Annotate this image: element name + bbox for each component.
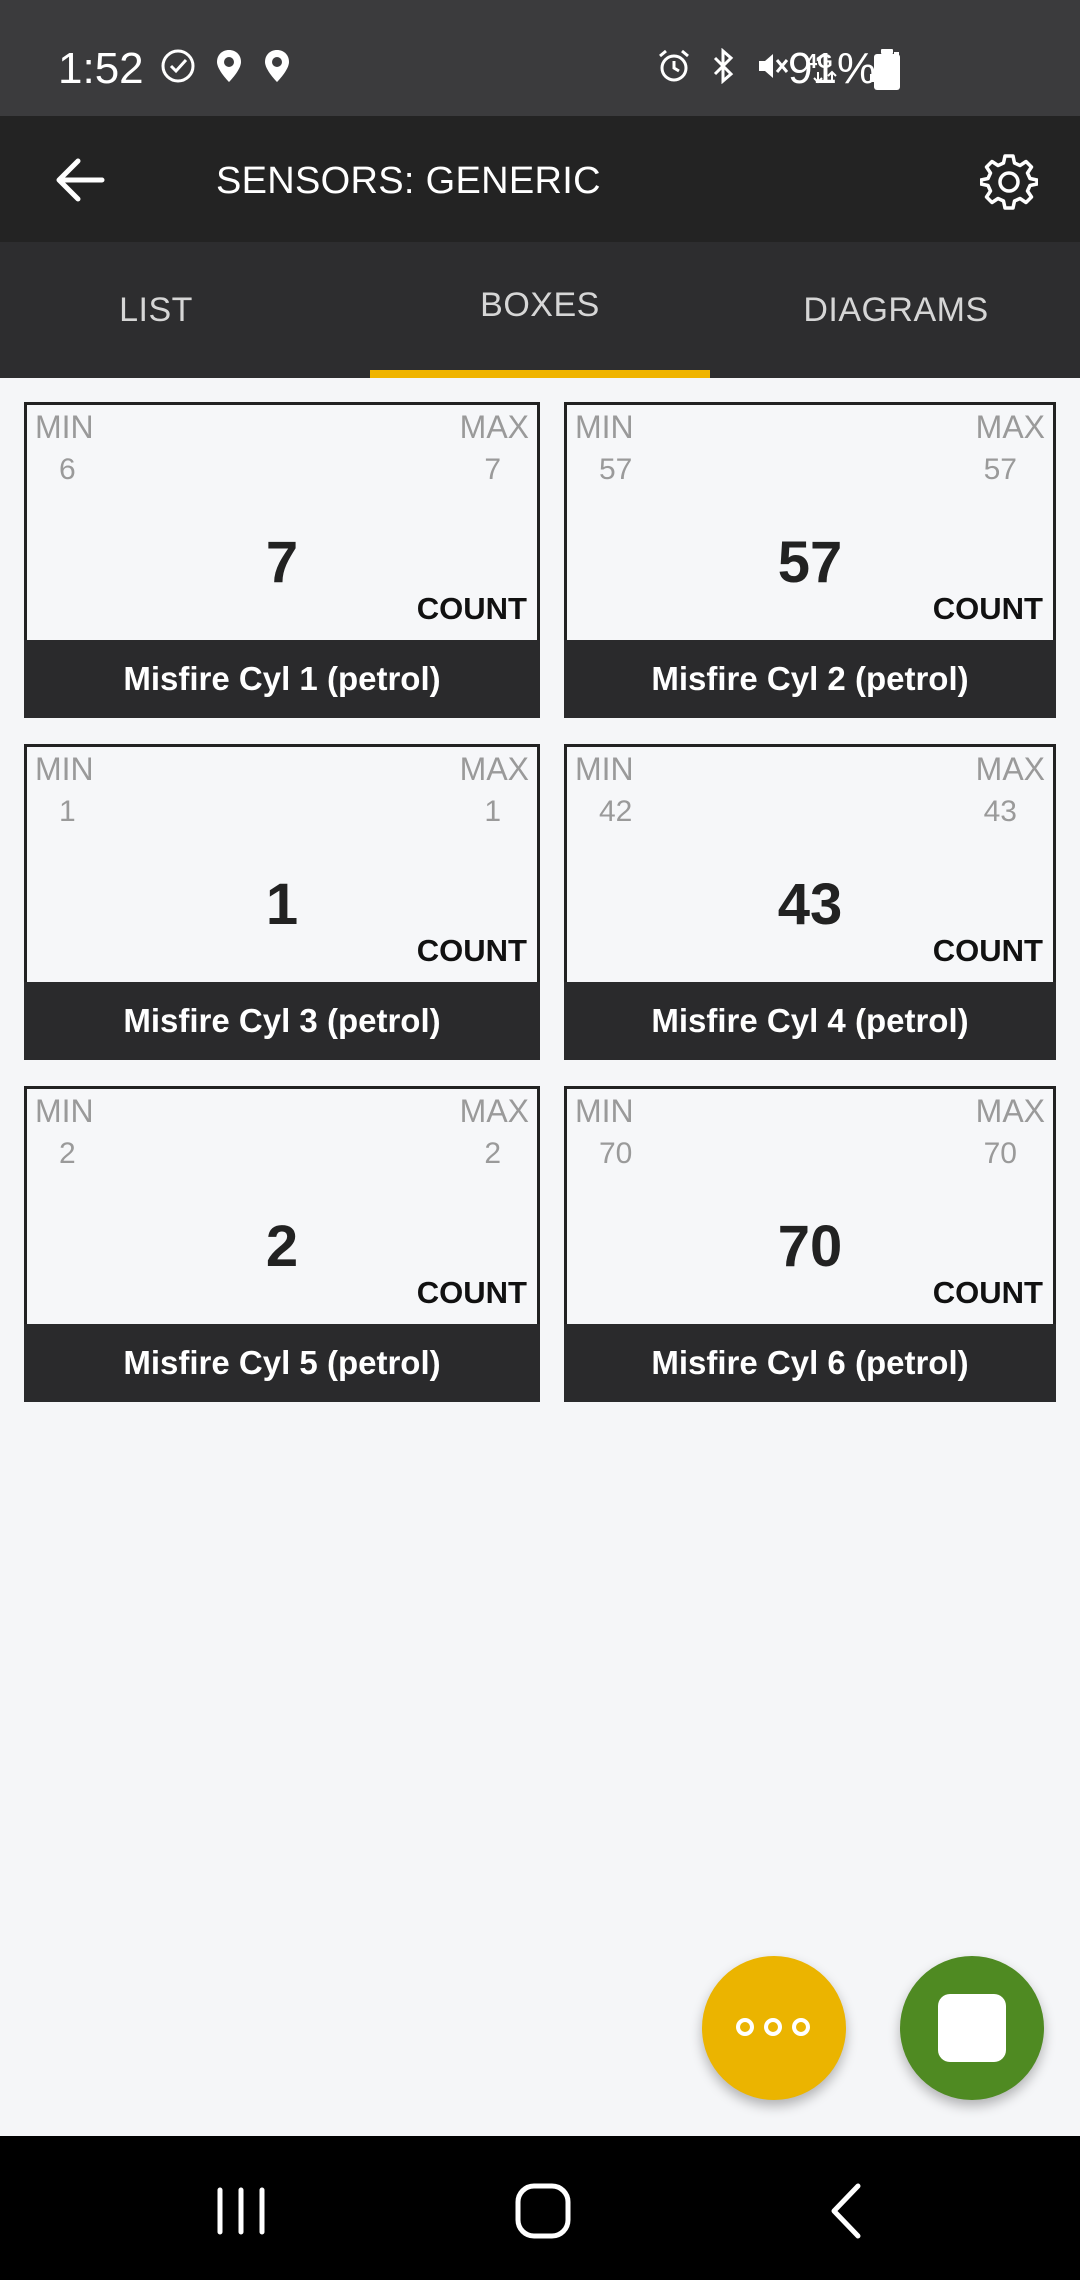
max-value: 7	[484, 453, 501, 486]
tab-diagrams[interactable]: DIAGRAMS	[760, 242, 1032, 378]
max-value: 1	[484, 795, 501, 828]
min-label: MIN	[35, 409, 94, 445]
max-label: MAX	[459, 1093, 529, 1129]
max-value: 43	[983, 795, 1017, 828]
sensor-name: Misfire Cyl 2 (petrol)	[564, 640, 1056, 718]
sensor-box[interactable]: MIN MAX 6 7 7 COUNT Misfire Cyl 1 (petro…	[24, 402, 540, 718]
battery-percent: 91%	[788, 44, 877, 93]
gear-icon[interactable]	[980, 152, 1038, 210]
sensor-box[interactable]: MIN MAX 70 70 70 COUNT Misfire Cyl 6 (pe…	[564, 1086, 1056, 1402]
unit-label: COUNT	[416, 933, 527, 968]
back-icon[interactable]	[812, 2176, 882, 2246]
check-circle-icon	[161, 49, 195, 83]
location-icon	[217, 50, 241, 82]
sensor-name: Misfire Cyl 5 (petrol)	[24, 1324, 540, 1402]
sensor-box[interactable]: MIN MAX 57 57 57 COUNT Misfire Cyl 2 (pe…	[564, 402, 1056, 718]
min-value: 1	[59, 795, 76, 828]
more-dots-icon	[736, 2018, 810, 2036]
status-bar: 1:52 4G 91%	[0, 0, 1080, 116]
sensor-name: Misfire Cyl 3 (petrol)	[24, 982, 540, 1060]
min-label: MIN	[575, 1093, 634, 1129]
max-value: 70	[983, 1137, 1017, 1170]
min-value: 57	[599, 453, 633, 486]
max-value: 2	[484, 1137, 501, 1170]
sensor-name: Misfire Cyl 1 (petrol)	[24, 640, 540, 718]
sensor-box[interactable]: MIN MAX 2 2 2 COUNT Misfire Cyl 5 (petro…	[24, 1086, 540, 1402]
sensor-name: Misfire Cyl 4 (petrol)	[564, 982, 1056, 1060]
sensor-box[interactable]: MIN MAX 42 43 43 COUNT Misfire Cyl 4 (pe…	[564, 744, 1056, 1060]
sensor-box[interactable]: MIN MAX 1 1 1 COUNT Misfire Cyl 3 (petro…	[24, 744, 540, 1060]
current-value: 7	[265, 530, 299, 595]
mute-icon	[759, 54, 789, 78]
unit-label: COUNT	[932, 591, 1043, 626]
stop-square-icon	[938, 1994, 1006, 2062]
more-options-button[interactable]	[702, 1956, 846, 2100]
tab-selected-indicator	[370, 370, 710, 378]
min-value: 2	[59, 1137, 76, 1170]
max-label: MAX	[975, 751, 1045, 787]
location-icon	[265, 50, 289, 82]
max-value: 57	[983, 453, 1017, 486]
min-label: MIN	[35, 751, 94, 787]
unit-label: COUNT	[416, 1275, 527, 1310]
bluetooth-icon	[713, 48, 734, 84]
current-value: 70	[777, 1214, 843, 1279]
status-left-icons	[160, 48, 292, 84]
max-label: MAX	[459, 751, 529, 787]
min-value: 6	[59, 453, 76, 486]
max-label: MAX	[975, 1093, 1045, 1129]
current-value: 2	[265, 1214, 299, 1279]
tab-list[interactable]: LIST	[0, 242, 312, 378]
battery-icon	[874, 49, 900, 90]
unit-label: COUNT	[932, 933, 1043, 968]
stop-button[interactable]	[900, 1956, 1044, 2100]
back-arrow-icon[interactable]	[52, 152, 108, 208]
alarm-icon	[659, 49, 689, 82]
status-time: 1:52	[58, 44, 144, 93]
current-value: 57	[777, 530, 843, 595]
min-label: MIN	[35, 1093, 94, 1129]
current-value: 1	[265, 872, 299, 937]
system-nav-bar	[0, 2136, 1080, 2280]
tab-boxes[interactable]: BOXES	[370, 242, 710, 378]
min-label: MIN	[575, 409, 634, 445]
home-icon[interactable]	[508, 2176, 578, 2246]
recent-apps-icon[interactable]	[206, 2176, 276, 2246]
min-label: MIN	[575, 751, 634, 787]
unit-label: COUNT	[416, 591, 527, 626]
tab-bar: LIST BOXES DIAGRAMS	[0, 242, 1080, 378]
sensor-name: Misfire Cyl 6 (petrol)	[564, 1324, 1056, 1402]
unit-label: COUNT	[932, 1275, 1043, 1310]
min-value: 42	[599, 795, 633, 828]
min-value: 70	[599, 1137, 633, 1170]
max-label: MAX	[459, 409, 529, 445]
page-title: SENSORS: GENERIC	[216, 160, 601, 202]
app-bar: SENSORS: GENERIC	[0, 116, 1080, 242]
max-label: MAX	[975, 409, 1045, 445]
current-value: 43	[777, 872, 843, 937]
